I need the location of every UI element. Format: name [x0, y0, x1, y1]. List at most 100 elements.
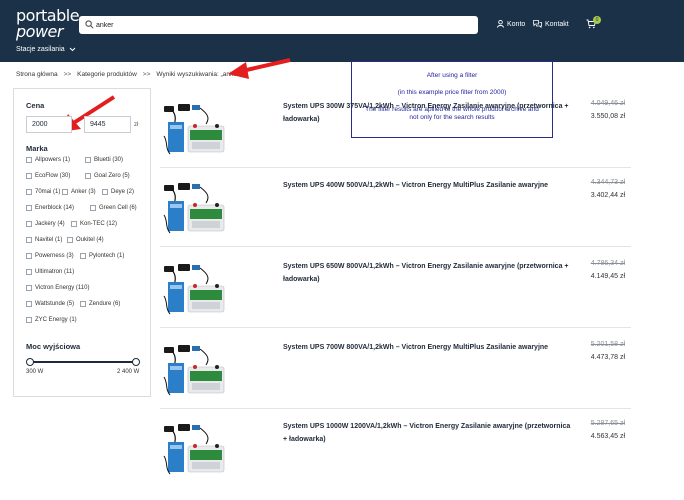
checkbox[interactable]: [26, 285, 32, 291]
account-label: Konto: [507, 20, 526, 28]
brand-option[interactable]: Kon-TEC (12): [71, 221, 117, 227]
brand-option[interactable]: Jackery (4): [26, 221, 65, 227]
product-old-price: 4.049,46 zł: [590, 100, 625, 107]
checkbox[interactable]: [26, 301, 32, 307]
checkbox[interactable]: [85, 173, 91, 179]
product-price: 3.550,08 zł: [590, 113, 625, 120]
brand-option-label: Kon-TEC (12): [80, 221, 118, 227]
product-image[interactable]: [162, 175, 228, 239]
brand-option[interactable]: Anker (3): [62, 189, 96, 195]
contact-label: Kontakt: [545, 20, 569, 28]
product-title[interactable]: System UPS 400W 500VA/1,2kWh – Victron E…: [283, 179, 573, 192]
product-image[interactable]: [162, 416, 228, 480]
breadcrumb-separator: >>: [63, 71, 72, 78]
checkbox[interactable]: [26, 221, 32, 227]
checkbox[interactable]: [26, 317, 32, 323]
brand-option-label: Jackery (4): [35, 221, 65, 227]
product-card[interactable]: System UPS 650W 800VA/1,2kWh – Victron E…: [160, 250, 631, 328]
contact-link[interactable]: Kontakt: [533, 20, 569, 28]
brand-option[interactable]: Pylontech (1): [80, 253, 124, 259]
product-price: 4.473,78 zł: [590, 354, 625, 361]
product-title[interactable]: System UPS 650W 800VA/1,2kWh – Victron E…: [283, 260, 573, 286]
product-price: 4.563,45 zł: [590, 433, 625, 440]
price-min-input[interactable]: 2000 ▲▼: [26, 116, 89, 133]
product-old-price: 4.344,73 zł: [590, 179, 625, 186]
product-image[interactable]: [162, 96, 228, 160]
brand-filter-heading: Marka: [26, 144, 48, 153]
brand-option[interactable]: Bluetti (30): [85, 157, 123, 163]
product-card[interactable]: System UPS 300W 375VA/1,2kWh – Victron E…: [160, 90, 631, 168]
brand-option[interactable]: Victron Energy (110): [26, 285, 89, 291]
checkbox[interactable]: [26, 269, 32, 275]
brand-option-label: Anker (3): [71, 189, 96, 195]
logo[interactable]: portable power: [16, 8, 80, 40]
brand-option[interactable]: Enerblock (14): [26, 205, 74, 211]
brand-option[interactable]: 70mai (1): [26, 189, 60, 195]
brand-option-label: EcoFlow (30): [35, 173, 71, 179]
brand-option[interactable]: ZYC Energy (1): [26, 317, 77, 323]
slider-min-handle[interactable]: [26, 358, 34, 366]
checkbox[interactable]: [71, 221, 77, 227]
brand-option[interactable]: Ultimatron (11): [26, 269, 74, 275]
brand-option[interactable]: Goal Zero (5): [85, 173, 130, 179]
price-max-input[interactable]: 9445: [84, 116, 131, 133]
brand-option-label: Deye (2): [111, 189, 135, 195]
breadcrumb-home[interactable]: Strona główna: [16, 71, 58, 78]
power-max-label: 2 400 W: [117, 369, 140, 375]
product-card[interactable]: System UPS 400W 500VA/1,2kWh – Victron E…: [160, 169, 631, 247]
breadcrumb-separator: >>: [142, 71, 151, 78]
annotation-line1: After using a filter: [426, 72, 478, 79]
brand-option[interactable]: Oukitel (4): [67, 237, 104, 243]
brand-option[interactable]: Navitel (1): [26, 237, 62, 243]
chevron-down-icon: [69, 47, 75, 52]
product-card[interactable]: System UPS 700W 800VA/1,2kWh – Victron E…: [160, 331, 631, 409]
product-title[interactable]: System UPS 300W 375VA/1,2kWh – Victron E…: [283, 100, 573, 126]
checkbox[interactable]: [26, 253, 32, 259]
checkbox[interactable]: [26, 205, 32, 211]
product-image[interactable]: [162, 256, 228, 320]
brand-option-label: Ultimatron (11): [35, 269, 75, 275]
price-max-value: 9445: [90, 121, 106, 128]
product-title[interactable]: System UPS 700W 800VA/1,2kWh – Victron E…: [283, 341, 573, 354]
product-old-price: 5.201,58 zł: [590, 341, 625, 348]
checkbox[interactable]: [26, 157, 32, 163]
brand-option[interactable]: Allpowers (1): [26, 157, 70, 163]
power-filter-heading: Moc wyjściowa: [26, 342, 81, 351]
brand-option[interactable]: Zendure (6): [80, 301, 120, 307]
breadcrumb-categories[interactable]: Kategorie produktów: [77, 71, 137, 78]
brand-option[interactable]: Deye (2): [102, 189, 134, 195]
brand-option-label: Goal Zero (5): [94, 173, 130, 179]
brand-option-label: Powerness (3): [35, 253, 74, 259]
brand-option[interactable]: Wattstunde (5): [26, 301, 74, 307]
checkbox[interactable]: [102, 189, 108, 195]
search-bar[interactable]: [79, 16, 478, 34]
product-image[interactable]: [162, 337, 228, 401]
brand-option-label: 70mai (1): [35, 189, 61, 195]
product-price: 3.402,44 zł: [590, 192, 625, 199]
product-title[interactable]: System UPS 1000W 1200VA/1,2kWh – Victron…: [283, 420, 573, 446]
checkbox[interactable]: [80, 301, 86, 307]
breadcrumb: Strona główna >> Kategorie produktów >> …: [16, 71, 241, 78]
checkbox[interactable]: [67, 237, 73, 243]
brand-option-label: Pylontech (1): [89, 253, 125, 259]
power-min-label: 300 W: [26, 369, 44, 375]
checkbox[interactable]: [80, 253, 86, 259]
checkbox[interactable]: [26, 189, 32, 195]
checkbox[interactable]: [85, 157, 91, 163]
checkbox[interactable]: [90, 205, 96, 211]
power-range-slider[interactable]: [26, 358, 140, 366]
brand-option[interactable]: Powerness (3): [26, 253, 74, 259]
filter-sidebar: Cena 2000 ▲▼ 9445 zł Marka Allpowers (1)…: [13, 88, 151, 397]
checkbox[interactable]: [26, 237, 32, 243]
brand-option-label: Green Cell (6): [99, 205, 137, 211]
brand-option[interactable]: EcoFlow (30): [26, 173, 70, 179]
slider-max-handle[interactable]: [132, 358, 140, 366]
account-link[interactable]: Konto: [497, 20, 525, 28]
price-filter-heading: Cena: [26, 101, 45, 110]
category-menu[interactable]: Stacje zasilania: [16, 46, 76, 53]
product-card[interactable]: System UPS 1000W 1200VA/1,2kWh – Victron…: [160, 410, 631, 488]
checkbox[interactable]: [62, 189, 68, 195]
brand-option[interactable]: Green Cell (6): [90, 205, 137, 211]
search-input[interactable]: [96, 18, 466, 32]
checkbox[interactable]: [26, 173, 32, 179]
